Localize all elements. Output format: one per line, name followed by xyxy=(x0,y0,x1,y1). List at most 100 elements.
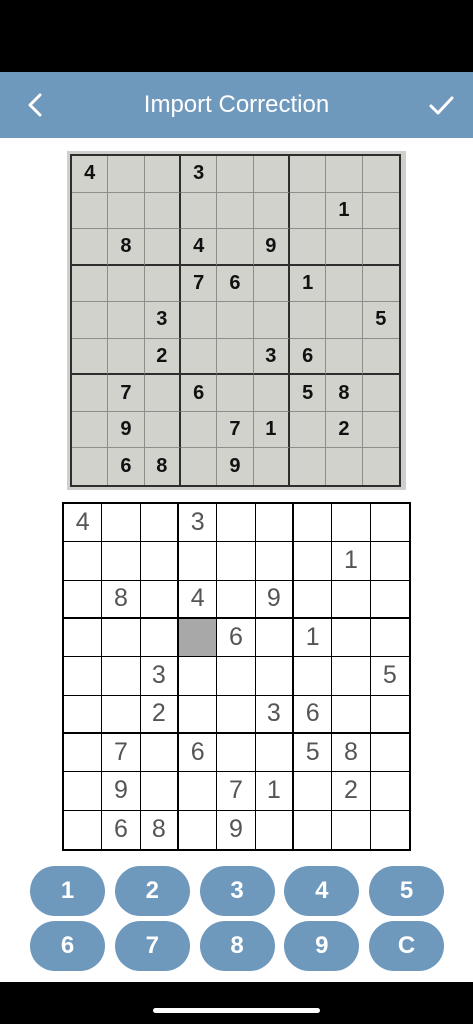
photo-cell: 8 xyxy=(326,375,363,412)
board-cell[interactable]: 5 xyxy=(370,657,409,696)
board-cell[interactable] xyxy=(178,695,218,734)
board-cell[interactable] xyxy=(102,695,141,734)
number-key-9[interactable]: 9 xyxy=(284,921,360,971)
board-cell[interactable]: 3 xyxy=(255,695,294,734)
board-cell[interactable]: 7 xyxy=(102,733,141,773)
board-cell[interactable] xyxy=(217,542,256,581)
board-cell[interactable] xyxy=(255,733,294,773)
board-cell[interactable] xyxy=(293,542,333,581)
board-cell[interactable] xyxy=(371,811,409,849)
board-cell[interactable] xyxy=(140,580,179,619)
board-cell[interactable]: 5 xyxy=(293,733,333,773)
board-cell[interactable]: 6 xyxy=(217,618,256,658)
board-cell[interactable] xyxy=(255,618,294,658)
board-cell[interactable] xyxy=(140,772,179,811)
board-cell[interactable] xyxy=(178,618,218,658)
board-cell[interactable] xyxy=(293,772,333,811)
board-cell[interactable]: 9 xyxy=(255,580,294,619)
board-cell[interactable] xyxy=(370,504,409,543)
board-cell[interactable]: 2 xyxy=(140,695,179,734)
board-cell[interactable]: 6 xyxy=(178,733,218,773)
board-cell[interactable] xyxy=(140,542,179,581)
board-cell[interactable] xyxy=(178,542,218,581)
board-cell[interactable] xyxy=(217,695,256,734)
board-cell[interactable] xyxy=(64,695,103,734)
board-cell[interactable] xyxy=(178,657,218,696)
board-cell[interactable] xyxy=(332,657,371,696)
photo-cell xyxy=(253,156,290,193)
number-key-1[interactable]: 1 xyxy=(30,866,105,916)
board-cell[interactable] xyxy=(332,504,371,543)
board-cell[interactable] xyxy=(140,618,179,658)
board-cell[interactable]: 7 xyxy=(217,772,256,811)
board-cell[interactable] xyxy=(179,810,218,849)
board-cell[interactable] xyxy=(64,810,103,849)
board-cell[interactable] xyxy=(294,810,333,849)
board-cell[interactable] xyxy=(255,542,294,581)
board-cell[interactable] xyxy=(102,618,141,658)
board-cell[interactable]: 3 xyxy=(178,504,218,543)
photo-cell xyxy=(217,302,254,339)
board-cell[interactable] xyxy=(178,772,218,811)
board-cell[interactable]: 8 xyxy=(102,580,141,619)
board-cell[interactable]: 4 xyxy=(64,504,103,543)
board-cell[interactable] xyxy=(293,580,333,619)
board-cell[interactable] xyxy=(64,733,103,773)
board-cell[interactable] xyxy=(332,810,371,849)
board-cell[interactable]: 6 xyxy=(293,695,333,734)
board-cell[interactable] xyxy=(217,504,256,543)
board-cell[interactable] xyxy=(102,657,141,696)
board-cell[interactable] xyxy=(217,580,256,619)
board-cell[interactable] xyxy=(102,542,141,581)
board-cell[interactable]: 4 xyxy=(178,580,218,619)
board-cell[interactable] xyxy=(370,542,409,581)
confirm-button[interactable] xyxy=(425,89,457,121)
clear-key[interactable]: C xyxy=(369,921,444,971)
board-cell[interactable] xyxy=(293,657,333,696)
board-cell[interactable] xyxy=(370,696,409,734)
board-cell[interactable] xyxy=(370,734,409,773)
board-cell[interactable]: 1 xyxy=(293,618,333,658)
photo-cell: 4 xyxy=(72,156,109,193)
board-cell[interactable] xyxy=(64,580,103,619)
board-cell[interactable]: 1 xyxy=(255,772,294,811)
board-cell[interactable] xyxy=(370,772,409,811)
board-cell[interactable] xyxy=(370,581,409,619)
board-cell[interactable]: 3 xyxy=(140,657,179,696)
number-key-3[interactable]: 3 xyxy=(199,866,275,916)
board-cell[interactable]: 9 xyxy=(102,772,141,811)
board-cell[interactable] xyxy=(140,504,179,543)
board-cell[interactable] xyxy=(332,618,371,658)
board-cell[interactable]: 2 xyxy=(332,772,371,811)
board-cell[interactable]: 6 xyxy=(102,810,141,849)
board-cell[interactable] xyxy=(256,810,294,849)
board-cell[interactable] xyxy=(64,542,103,581)
photo-cell xyxy=(253,375,290,412)
board-cell[interactable] xyxy=(370,619,409,658)
board-cell[interactable] xyxy=(64,772,103,811)
board-cell[interactable] xyxy=(64,618,103,658)
board-cell[interactable]: 1 xyxy=(332,542,371,581)
board-cell[interactable] xyxy=(140,733,179,773)
number-key-8[interactable]: 8 xyxy=(199,921,275,971)
number-key-2[interactable]: 2 xyxy=(114,866,190,916)
photo-cell xyxy=(289,411,327,449)
board-cell[interactable] xyxy=(217,657,256,696)
board-cell[interactable]: 8 xyxy=(141,810,179,849)
board-cell[interactable] xyxy=(64,657,103,696)
number-key-5[interactable]: 5 xyxy=(369,866,444,916)
number-key-6[interactable]: 6 xyxy=(30,921,105,971)
board-cell[interactable] xyxy=(255,504,294,543)
board-cell[interactable]: 8 xyxy=(332,733,371,773)
board-cell[interactable] xyxy=(102,504,141,543)
number-key-4[interactable]: 4 xyxy=(284,866,360,916)
board-cell[interactable]: 9 xyxy=(217,810,256,849)
photo-grid: 4318497613523676589712689 xyxy=(70,154,401,487)
board-cell[interactable] xyxy=(332,695,371,734)
board-cell[interactable] xyxy=(255,657,294,696)
board-cell[interactable] xyxy=(293,504,333,543)
board-cell[interactable] xyxy=(332,580,371,619)
number-key-7[interactable]: 7 xyxy=(114,921,190,971)
board-cell[interactable] xyxy=(217,733,256,773)
photo-cell: 5 xyxy=(362,302,399,339)
